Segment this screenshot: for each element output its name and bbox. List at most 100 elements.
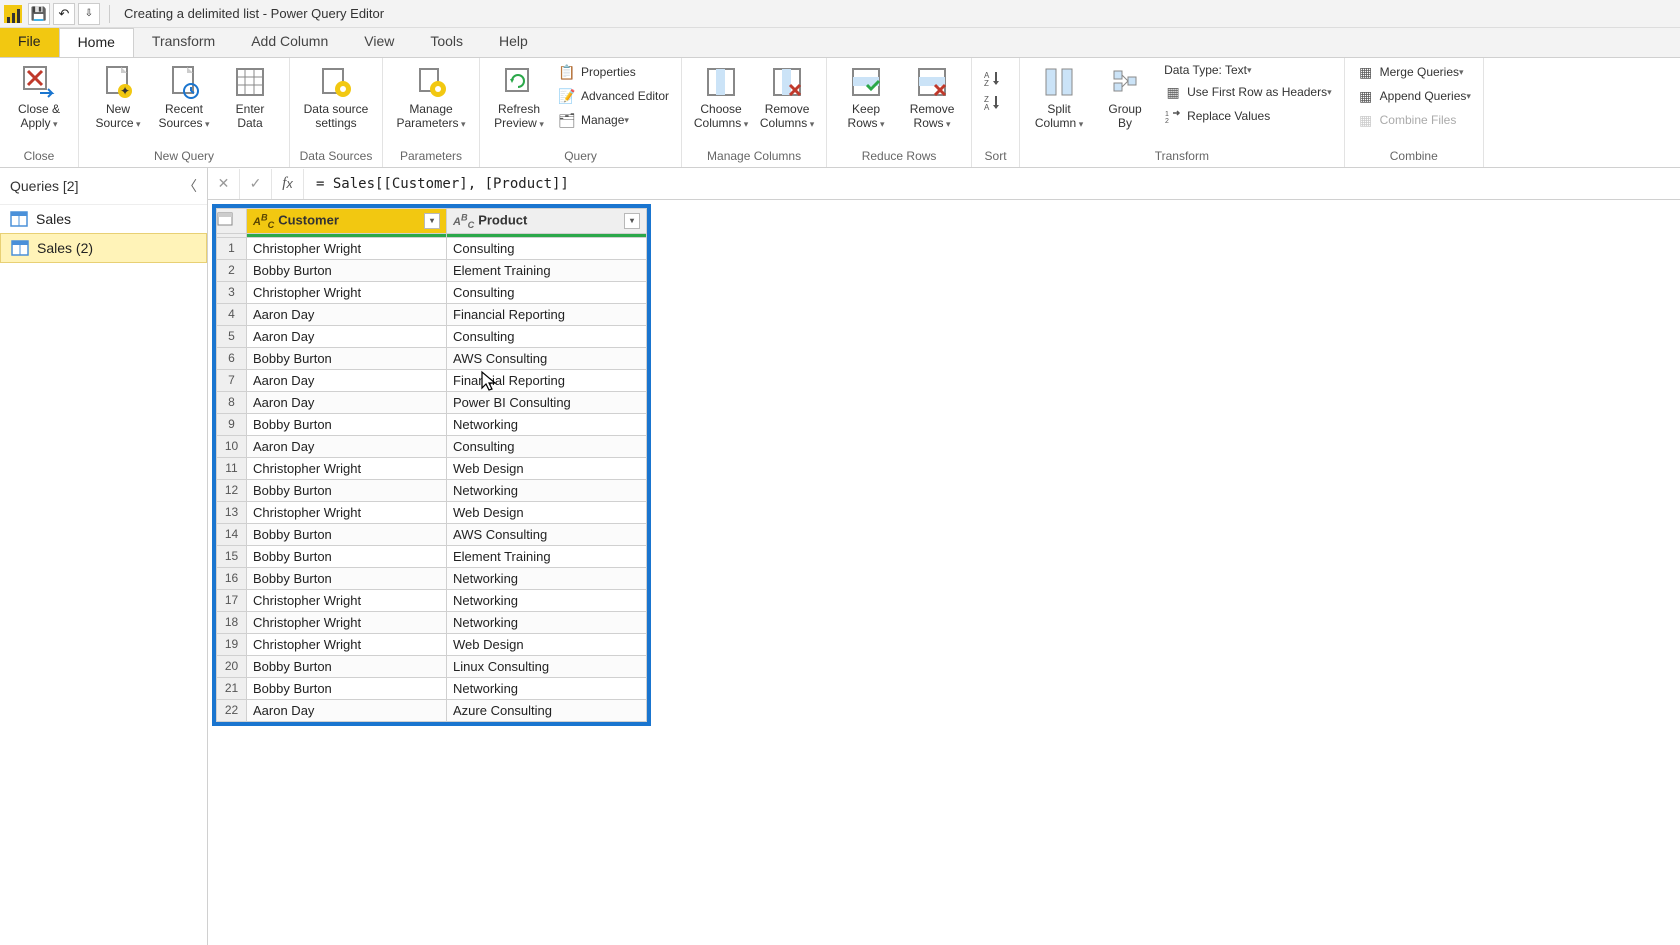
- cell-customer[interactable]: Bobby Burton: [247, 677, 447, 699]
- table-row[interactable]: 18Christopher WrightNetworking: [217, 611, 647, 633]
- table-row[interactable]: 4Aaron DayFinancial Reporting: [217, 303, 647, 325]
- tab-tools[interactable]: Tools: [412, 28, 481, 57]
- cell-customer[interactable]: Christopher Wright: [247, 589, 447, 611]
- cell-customer[interactable]: Aaron Day: [247, 369, 447, 391]
- cell-customer[interactable]: Bobby Burton: [247, 413, 447, 435]
- cell-customer[interactable]: Bobby Burton: [247, 567, 447, 589]
- row-number[interactable]: 14: [217, 523, 247, 545]
- data-source-settings-button[interactable]: Data sourcesettings: [296, 62, 376, 132]
- cell-product[interactable]: AWS Consulting: [447, 347, 647, 369]
- row-number[interactable]: 17: [217, 589, 247, 611]
- table-row[interactable]: 13Christopher WrightWeb Design: [217, 501, 647, 523]
- cell-customer[interactable]: Christopher Wright: [247, 281, 447, 303]
- fx-icon[interactable]: fx: [272, 169, 304, 199]
- row-number[interactable]: 13: [217, 501, 247, 523]
- table-row[interactable]: 9Bobby BurtonNetworking: [217, 413, 647, 435]
- cell-customer[interactable]: Christopher Wright: [247, 611, 447, 633]
- cell-customer[interactable]: Christopher Wright: [247, 633, 447, 655]
- row-number[interactable]: 1: [217, 237, 247, 259]
- cell-product[interactable]: Consulting: [447, 325, 647, 347]
- sort-asc-button[interactable]: AZ: [982, 68, 1009, 88]
- cell-customer[interactable]: Aaron Day: [247, 303, 447, 325]
- row-number[interactable]: 8: [217, 391, 247, 413]
- cell-customer[interactable]: Aaron Day: [247, 699, 447, 721]
- refresh-preview-button[interactable]: RefreshPreview: [486, 62, 552, 133]
- table-row[interactable]: 16Bobby BurtonNetworking: [217, 567, 647, 589]
- row-number[interactable]: 9: [217, 413, 247, 435]
- enter-data-button[interactable]: EnterData: [217, 62, 283, 132]
- cell-customer[interactable]: Aaron Day: [247, 325, 447, 347]
- sort-desc-button[interactable]: ZA: [982, 92, 1009, 112]
- table-row[interactable]: 15Bobby BurtonElement Training: [217, 545, 647, 567]
- manage-parameters-button[interactable]: ManageParameters: [389, 62, 473, 133]
- cell-product[interactable]: Web Design: [447, 633, 647, 655]
- cell-product[interactable]: Networking: [447, 413, 647, 435]
- cell-customer[interactable]: Bobby Burton: [247, 479, 447, 501]
- cell-product[interactable]: AWS Consulting: [447, 523, 647, 545]
- row-number[interactable]: 10: [217, 435, 247, 457]
- remove-rows-button[interactable]: RemoveRows: [899, 62, 965, 133]
- keep-rows-button[interactable]: KeepRows: [833, 62, 899, 133]
- table-row[interactable]: 10Aaron DayConsulting: [217, 435, 647, 457]
- column-filter-button[interactable]: ▾: [424, 213, 440, 229]
- column-header-customer[interactable]: ABCCustomer ▾: [247, 209, 447, 234]
- tab-file[interactable]: File: [0, 28, 59, 57]
- table-row[interactable]: 12Bobby BurtonNetworking: [217, 479, 647, 501]
- row-number[interactable]: 22: [217, 699, 247, 721]
- collapse-queries-icon[interactable]: 〈: [183, 176, 197, 196]
- table-row[interactable]: 7Aaron DayFinancial Reporting: [217, 369, 647, 391]
- cell-product[interactable]: Web Design: [447, 501, 647, 523]
- table-row[interactable]: 6Bobby BurtonAWS Consulting: [217, 347, 647, 369]
- cell-customer[interactable]: Aaron Day: [247, 435, 447, 457]
- cell-customer[interactable]: Bobby Burton: [247, 523, 447, 545]
- cell-product[interactable]: Financial Reporting: [447, 303, 647, 325]
- cell-customer[interactable]: Christopher Wright: [247, 501, 447, 523]
- cell-product[interactable]: Networking: [447, 479, 647, 501]
- cell-customer[interactable]: Christopher Wright: [247, 237, 447, 259]
- cell-product[interactable]: Linux Consulting: [447, 655, 647, 677]
- cell-customer[interactable]: Bobby Burton: [247, 545, 447, 567]
- row-number[interactable]: 20: [217, 655, 247, 677]
- table-row[interactable]: 21Bobby BurtonNetworking: [217, 677, 647, 699]
- cell-customer[interactable]: Bobby Burton: [247, 259, 447, 281]
- accept-formula-button[interactable]: ✓: [240, 169, 272, 199]
- table-row[interactable]: 8Aaron DayPower BI Consulting: [217, 391, 647, 413]
- cell-product[interactable]: Web Design: [447, 457, 647, 479]
- table-row[interactable]: 14Bobby BurtonAWS Consulting: [217, 523, 647, 545]
- advanced-editor-button[interactable]: 📝Advanced Editor: [556, 86, 671, 106]
- row-number[interactable]: 21: [217, 677, 247, 699]
- cell-product[interactable]: Power BI Consulting: [447, 391, 647, 413]
- tab-home[interactable]: Home: [59, 28, 134, 57]
- tab-view[interactable]: View: [346, 28, 412, 57]
- row-number[interactable]: 7: [217, 369, 247, 391]
- row-number[interactable]: 12: [217, 479, 247, 501]
- cell-product[interactable]: Element Training: [447, 259, 647, 281]
- table-row[interactable]: 11Christopher WrightWeb Design: [217, 457, 647, 479]
- row-number[interactable]: 11: [217, 457, 247, 479]
- table-row[interactable]: 20Bobby BurtonLinux Consulting: [217, 655, 647, 677]
- table-row[interactable]: 22Aaron DayAzure Consulting: [217, 699, 647, 721]
- row-number[interactable]: 6: [217, 347, 247, 369]
- tab-help[interactable]: Help: [481, 28, 546, 57]
- cell-customer[interactable]: Christopher Wright: [247, 457, 447, 479]
- split-column-button[interactable]: SplitColumn: [1026, 62, 1092, 133]
- cell-product[interactable]: Networking: [447, 567, 647, 589]
- tab-add-column[interactable]: Add Column: [233, 28, 346, 57]
- remove-columns-button[interactable]: RemoveColumns: [754, 62, 820, 133]
- formula-input[interactable]: [304, 168, 1680, 199]
- first-row-headers-button[interactable]: ▦Use First Row as Headers: [1162, 82, 1334, 102]
- row-number[interactable]: 16: [217, 567, 247, 589]
- cell-product[interactable]: Networking: [447, 611, 647, 633]
- row-number[interactable]: 18: [217, 611, 247, 633]
- cell-product[interactable]: Financial Reporting: [447, 369, 647, 391]
- table-row[interactable]: 5Aaron DayConsulting: [217, 325, 647, 347]
- row-number[interactable]: 5: [217, 325, 247, 347]
- group-by-button[interactable]: GroupBy: [1092, 62, 1158, 132]
- data-type-button[interactable]: Data Type: Text: [1162, 62, 1334, 78]
- table-row[interactable]: 19Christopher WrightWeb Design: [217, 633, 647, 655]
- recent-sources-button[interactable]: RecentSources: [151, 62, 217, 133]
- row-number[interactable]: 15: [217, 545, 247, 567]
- cell-customer[interactable]: Bobby Burton: [247, 655, 447, 677]
- manage-button[interactable]: 🗂Manage: [556, 110, 671, 130]
- cell-customer[interactable]: Aaron Day: [247, 391, 447, 413]
